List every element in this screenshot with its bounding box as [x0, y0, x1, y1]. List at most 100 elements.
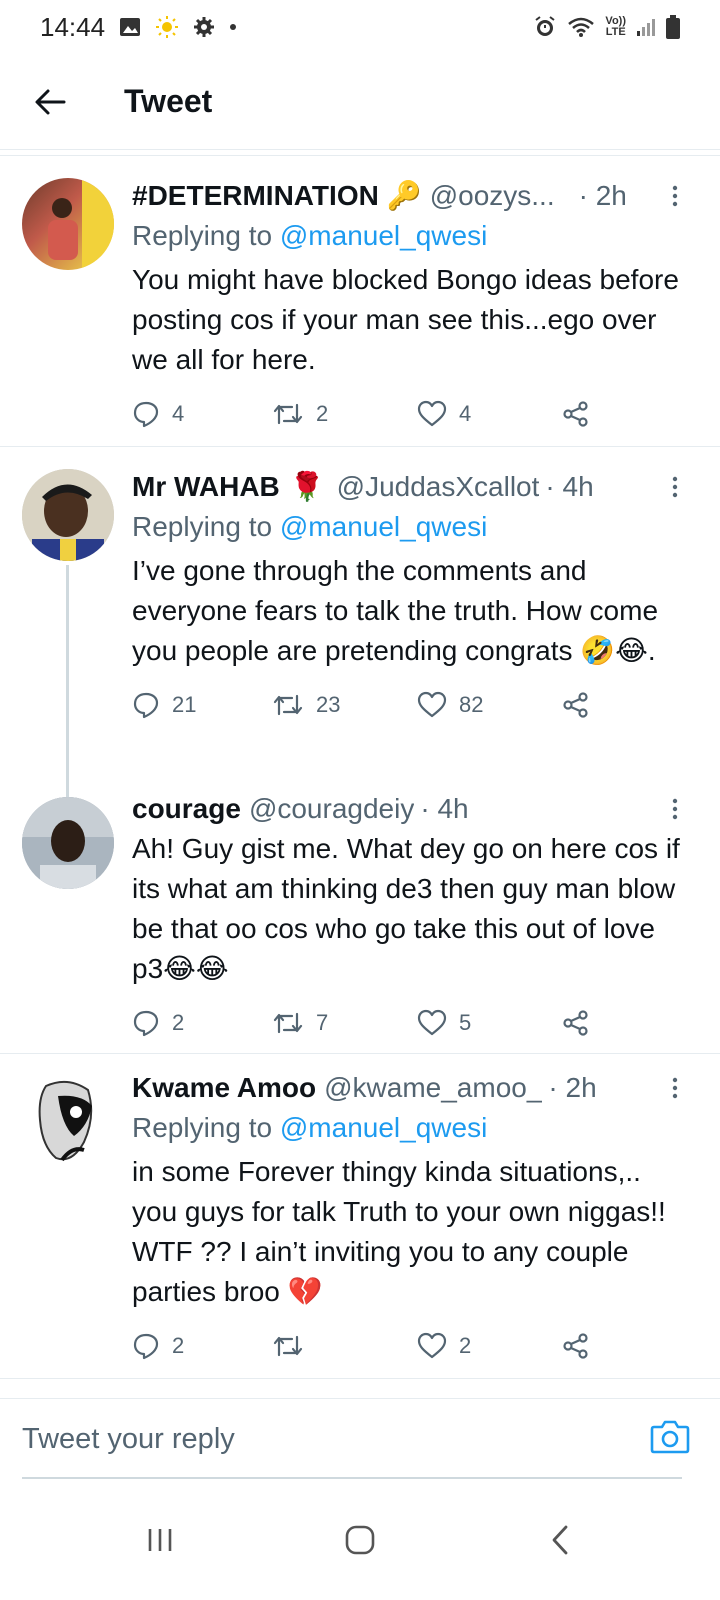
retweet-button[interactable]: 23: [272, 692, 417, 718]
reply-count: 2: [172, 1333, 185, 1358]
heart-icon: [417, 1332, 447, 1359]
tweet-header: #DETERMINATION 🔑 @oozys... · 2h: [132, 176, 690, 216]
retweet-count: 23: [316, 692, 341, 717]
avatar[interactable]: [22, 797, 114, 889]
like-count: 4: [459, 401, 472, 426]
replying-to: Replying to @manuel_qwesi: [132, 220, 488, 251]
retweet-count: 7: [316, 1010, 329, 1035]
tweet-header: courage @couragdeiy · 4h: [132, 789, 690, 829]
name-emoji: 🔑: [386, 179, 422, 212]
share-button[interactable]: [562, 691, 590, 719]
reply-icon: [133, 401, 159, 428]
retweet-icon: [273, 403, 303, 425]
navigation-bar: [0, 1480, 720, 1600]
heart-icon: [417, 1009, 447, 1036]
more-options-icon[interactable]: [660, 789, 690, 829]
tweet[interactable]: courage @couragdeiy · 4h Ah! Guy gist me…: [0, 777, 720, 1053]
reply-count: 21: [172, 692, 197, 717]
retweet-icon: [273, 1012, 303, 1034]
like-button[interactable]: 4: [417, 400, 562, 428]
like-count: 2: [459, 1333, 472, 1358]
tweet-header: Mr WAHAB 🌹 @JuddasXcallot · 4h: [132, 467, 690, 507]
retweet-button[interactable]: 7: [272, 1010, 417, 1036]
alarm-icon: [533, 15, 557, 39]
like-count: 5: [459, 1010, 472, 1035]
user-handle[interactable]: @oozys...: [430, 176, 555, 216]
camera-button[interactable]: [650, 1417, 694, 1461]
avatar[interactable]: [22, 1076, 114, 1168]
more-options-icon[interactable]: [660, 1068, 690, 1108]
back-button[interactable]: [0, 54, 100, 150]
more-options-icon[interactable]: [660, 176, 690, 216]
tweet-header: Kwame Amoo @kwame_amoo_ · 2h: [132, 1068, 690, 1108]
share-icon: [563, 1010, 588, 1036]
reply-button[interactable]: 2: [132, 1332, 272, 1360]
sun-icon: [155, 15, 179, 39]
tweet-time[interactable]: · 4h: [545, 467, 593, 507]
mention-link[interactable]: @manuel_qwesi: [280, 220, 487, 251]
user-handle[interactable]: @couragdeiy: [249, 789, 414, 829]
tweet[interactable]: Kwame Amoo @kwame_amoo_ · 2h Replying to…: [0, 1054, 720, 1378]
reply-button[interactable]: 2: [132, 1009, 272, 1037]
mention-link[interactable]: @manuel_qwesi: [280, 1112, 487, 1143]
tweet-actions: 2 2: [132, 1326, 690, 1366]
reply-icon: [133, 1333, 159, 1360]
image-icon: [119, 16, 141, 38]
display-name[interactable]: courage: [132, 789, 241, 829]
retweet-button[interactable]: [272, 1333, 417, 1359]
tweet-text: You might have blocked Bongo ideas befor…: [132, 264, 679, 375]
name-emoji: 🌹: [289, 470, 325, 503]
recent-apps-icon: [148, 1529, 172, 1551]
share-icon: [563, 401, 588, 427]
status-bar: 14:44 Vo)) LTE: [0, 0, 720, 54]
retweet-button[interactable]: 2: [272, 401, 417, 427]
tweet-time[interactable]: · 2h: [579, 176, 627, 216]
like-button[interactable]: 5: [417, 1009, 562, 1037]
back-nav-button[interactable]: [520, 1500, 600, 1580]
replying-to: Replying to @manuel_qwesi: [132, 1112, 488, 1143]
reply-count: 4: [172, 401, 185, 426]
user-handle[interactable]: @JuddasXcallot: [337, 467, 540, 507]
share-icon: [563, 692, 588, 718]
like-button[interactable]: 2: [417, 1332, 562, 1360]
tweet-text: I’ve gone through the comments and every…: [132, 555, 659, 666]
home-icon: [345, 1525, 375, 1555]
tweet-text: Ah! Guy gist me. What dey go on here cos…: [132, 833, 680, 984]
tweet-actions: 2 7 5: [132, 1003, 690, 1043]
replying-to: Replying to @manuel_qwesi: [132, 511, 488, 542]
heart-icon: [417, 400, 447, 427]
tweet[interactable]: Mr WAHAB 🌹 @JuddasXcallot · 4h Replying …: [0, 447, 720, 797]
more-options-icon[interactable]: [660, 467, 690, 507]
user-handle[interactable]: @kwame_amoo_: [324, 1068, 542, 1108]
share-button[interactable]: [562, 1332, 590, 1360]
reply-button[interactable]: 21: [132, 691, 272, 719]
mention-link[interactable]: @manuel_qwesi: [280, 511, 487, 542]
recent-apps-button[interactable]: [120, 1500, 200, 1580]
battery-icon: [666, 15, 680, 39]
like-button[interactable]: 82: [417, 691, 562, 719]
header: Tweet: [0, 54, 720, 150]
heart-icon: [417, 691, 447, 718]
gear-icon: [193, 16, 215, 38]
back-arrow-icon: [35, 89, 66, 114]
like-count: 82: [459, 692, 484, 717]
share-button[interactable]: [562, 1009, 590, 1037]
display-name[interactable]: Mr WAHAB: [132, 467, 280, 507]
tweet-time[interactable]: · 2h: [548, 1068, 596, 1108]
avatar[interactable]: [22, 178, 114, 270]
reply-input[interactable]: Tweet your reply: [22, 1399, 682, 1479]
back-chevron-icon: [552, 1525, 568, 1555]
share-button[interactable]: [562, 400, 590, 428]
retweet-icon: [273, 694, 303, 716]
volte-icon: Vo)) LTE: [605, 15, 626, 38]
reply-button[interactable]: 4: [132, 400, 272, 428]
avatar[interactable]: [22, 469, 114, 561]
display-name[interactable]: #DETERMINATION: [132, 176, 379, 216]
camera-icon: [650, 1420, 690, 1454]
tweet-time[interactable]: · 4h: [420, 789, 468, 829]
thread-line: [66, 565, 69, 797]
display-name[interactable]: Kwame Amoo: [132, 1068, 316, 1108]
home-button[interactable]: [320, 1500, 400, 1580]
dot-icon: [229, 23, 237, 31]
tweet[interactable]: #DETERMINATION 🔑 @oozys... · 2h Replying…: [0, 156, 720, 446]
